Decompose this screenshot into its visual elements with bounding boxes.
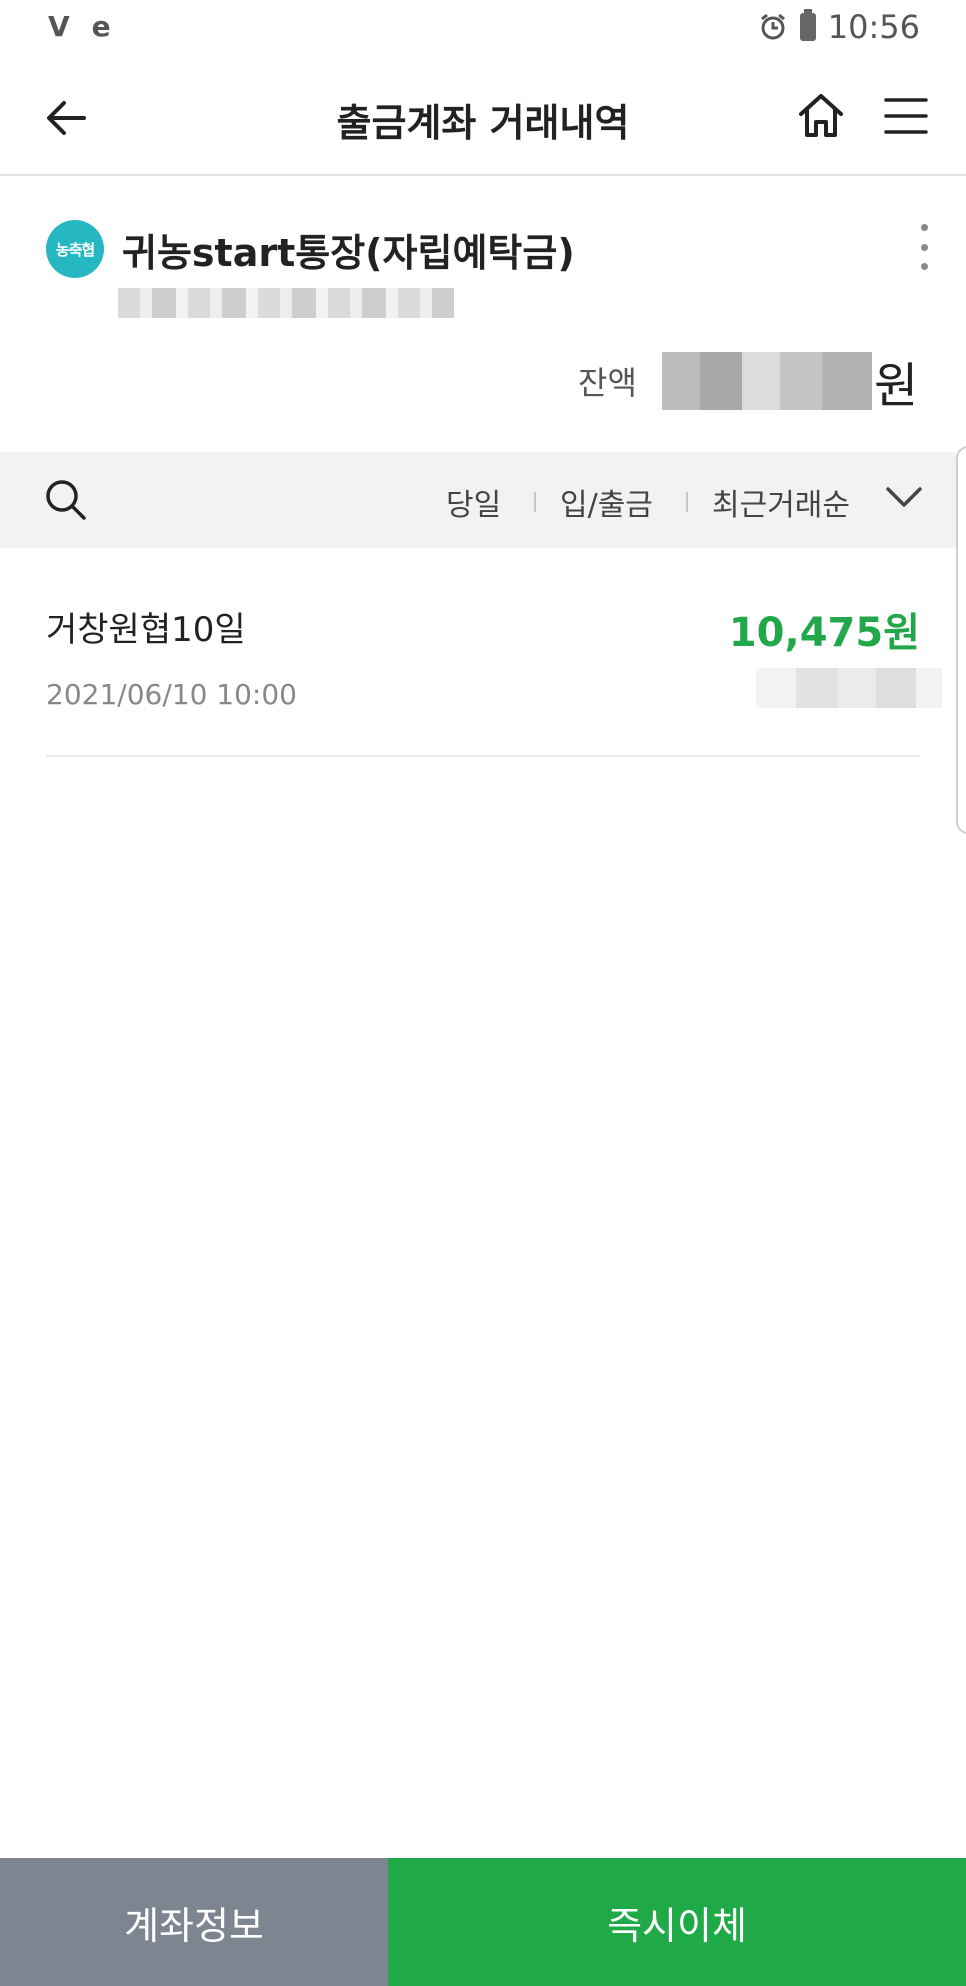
account-info-button[interactable]: 계좌정보 xyxy=(0,1858,388,1986)
status-left-icons: V e xyxy=(48,10,111,43)
transaction-datetime: 2021/06/10 10:00 xyxy=(46,678,297,711)
top-app-bar: 출금계좌 거래내역 xyxy=(0,60,966,176)
more-options-icon[interactable] xyxy=(912,224,936,270)
balance-unit: 원 xyxy=(874,358,919,414)
search-icon[interactable] xyxy=(42,476,90,524)
bank-logo: 농축협 xyxy=(46,220,104,278)
filter-period[interactable]: 당일 xyxy=(446,480,501,524)
e-icon: e xyxy=(91,10,111,43)
edge-panel-handle[interactable] xyxy=(956,446,966,834)
filter-sort[interactable]: 최근거래순 xyxy=(712,480,850,524)
balance-value-masked xyxy=(662,352,872,410)
status-time: 10:56 xyxy=(827,8,920,46)
instant-transfer-button[interactable]: 즉시이체 xyxy=(388,1858,966,1986)
menu-icon[interactable] xyxy=(884,96,928,136)
account-number-masked xyxy=(118,288,454,318)
status-right-icons: 10:56 xyxy=(758,8,920,46)
status-bar: V e 10:56 xyxy=(0,0,966,56)
v-icon: V xyxy=(48,10,70,43)
transaction-name: 거창원협10일 xyxy=(46,610,246,650)
chevron-down-icon[interactable] xyxy=(884,482,924,512)
balance-label: 잔액 xyxy=(578,364,637,402)
home-icon[interactable] xyxy=(796,90,846,140)
account-name: 귀농start통장(자립예탁금) xyxy=(122,231,575,275)
filter-bar: 당일 입/출금 최근거래순 xyxy=(0,452,956,548)
divider xyxy=(534,492,536,512)
divider xyxy=(686,492,688,512)
filter-type[interactable]: 입/출금 xyxy=(560,480,653,524)
transaction-balance-masked xyxy=(756,668,942,708)
alarm-icon xyxy=(760,13,785,40)
battery-icon xyxy=(799,9,816,41)
divider xyxy=(46,755,920,757)
transaction-amount: 10,475원 xyxy=(728,610,920,656)
